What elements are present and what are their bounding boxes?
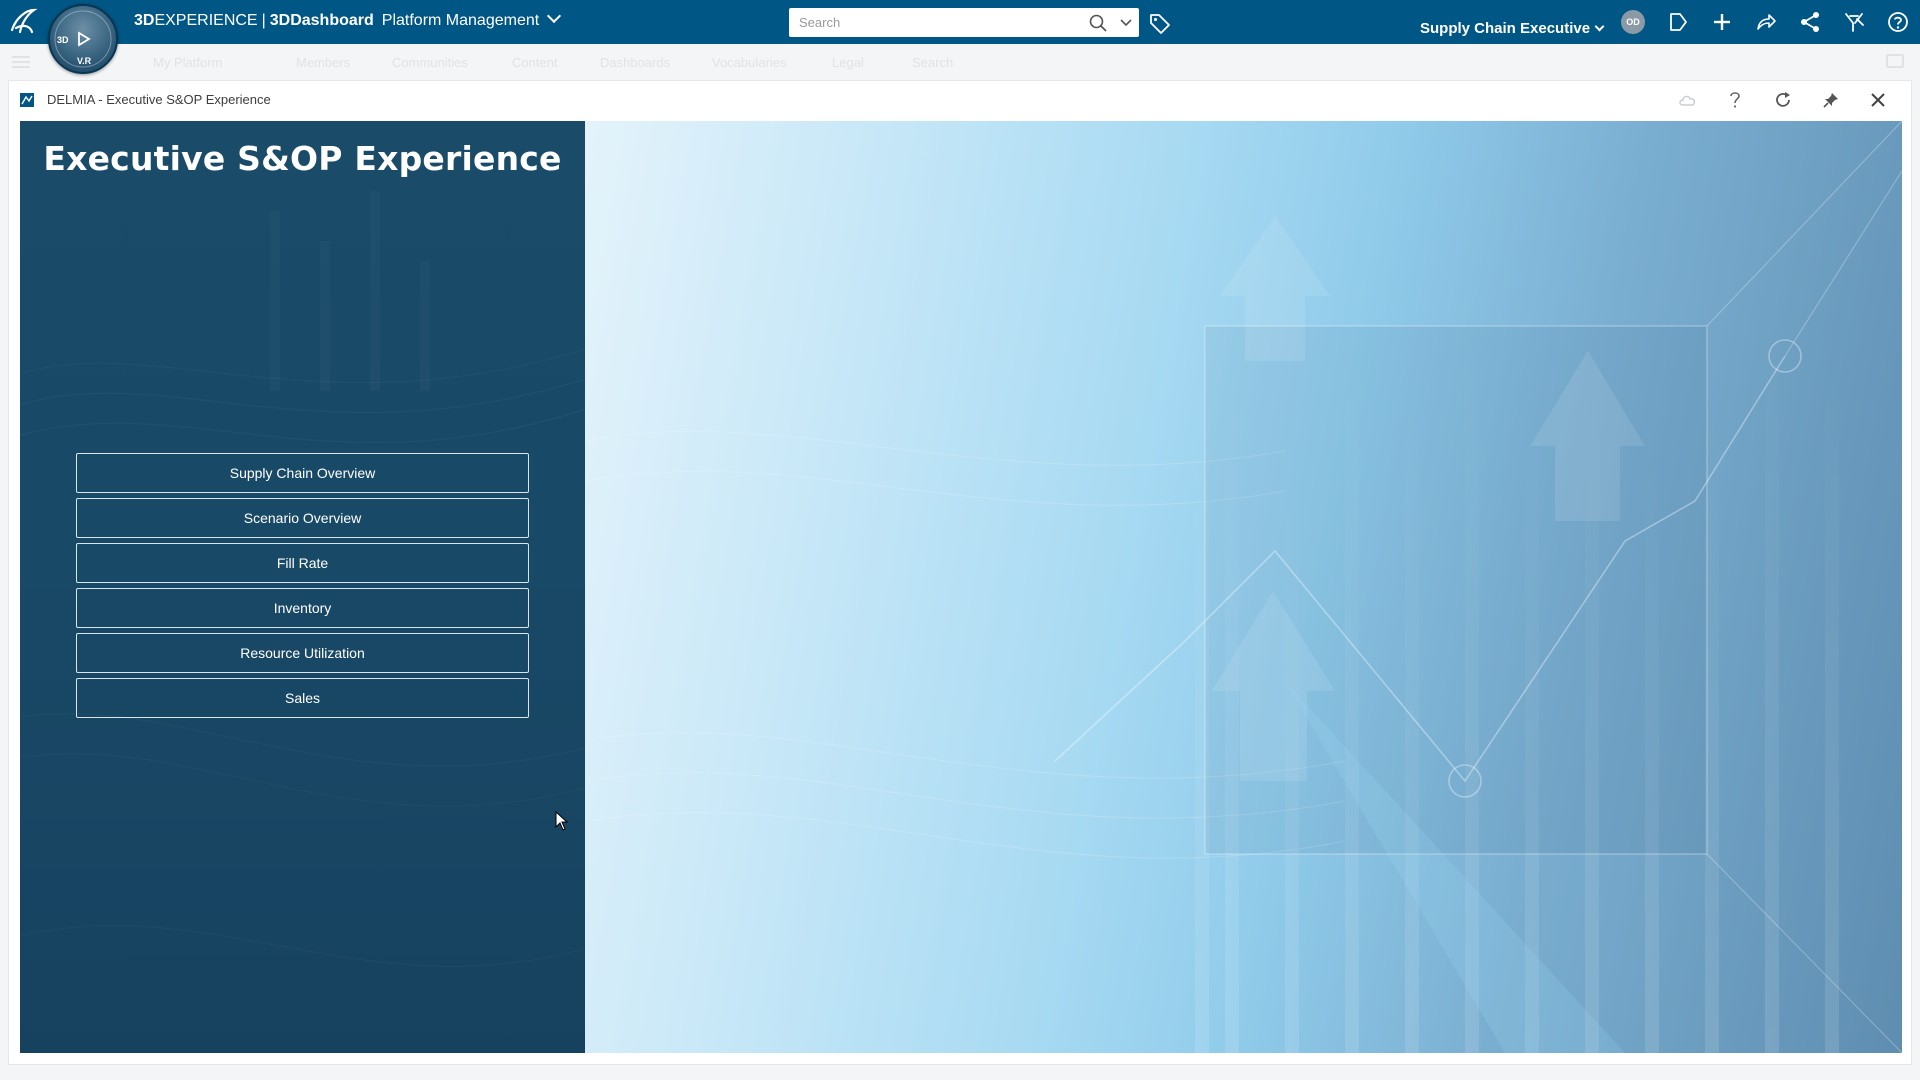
tab-members[interactable]: Members — [296, 55, 350, 70]
hero-graphic — [585, 121, 1902, 1053]
dassault-systemes-logo-icon[interactable] — [6, 4, 40, 38]
brand-rest: EXPERIENCE — [154, 12, 258, 29]
widget-body: Executive S&OP Experience Supply Chain O… — [20, 121, 1902, 1053]
widget-header: DELMIA - Executive S&OP Experience — [9, 81, 1911, 119]
compass-icon[interactable]: 3D V.R — [48, 4, 118, 74]
top-bar: 3D V.R 3DEXPERIENCE | 3DDashboard Platform … — [0, 0, 1920, 74]
hero-title: Executive S&OP Experience — [43, 139, 562, 178]
widget-help-icon[interactable] — [1723, 88, 1747, 112]
dashboard-tabs-bar: My Platform Members Communities Content … — [0, 44, 1920, 78]
tab-vocabularies[interactable]: Vocabularies — [712, 55, 786, 70]
tab-legal[interactable]: Legal — [832, 55, 864, 70]
add-icon[interactable] — [1710, 10, 1734, 34]
share-network-icon[interactable] — [1798, 10, 1822, 34]
search-box — [789, 8, 1139, 37]
delmia-app-icon — [20, 93, 34, 107]
navigation-panel: Executive S&OP Experience Supply Chain O… — [20, 121, 585, 1053]
tab-search[interactable]: Search — [912, 55, 953, 70]
apps-compass-icon[interactable] — [1842, 10, 1866, 34]
nav-button-list: Supply Chain Overview Scenario Overview … — [76, 453, 529, 723]
menu-icon[interactable] — [12, 56, 30, 68]
feedback-icon[interactable] — [1666, 10, 1690, 34]
sales-button[interactable]: Sales — [76, 678, 529, 718]
resource-utilization-button[interactable]: Resource Utilization — [76, 633, 529, 673]
tab-communities[interactable]: Communities — [392, 55, 468, 70]
inventory-button[interactable]: Inventory — [76, 588, 529, 628]
widget-frame: DELMIA - Executive S&OP Experience Execu… — [8, 80, 1912, 1065]
brand-app-name: Platform Management — [381, 12, 540, 29]
scenario-overview-button[interactable]: Scenario Overview — [76, 498, 529, 538]
brand-app-strong: 3DDashboard — [269, 12, 374, 29]
mouse-cursor-icon — [555, 811, 569, 831]
role-chevron-down-icon — [1594, 21, 1605, 32]
fill-rate-button[interactable]: Fill Rate — [76, 543, 529, 583]
tab-content[interactable]: Content — [512, 55, 558, 70]
close-icon[interactable] — [1866, 88, 1890, 112]
page-footer-strip — [0, 1065, 1920, 1080]
search-input[interactable] — [789, 8, 1083, 37]
refresh-icon[interactable] — [1771, 88, 1795, 112]
brand-chevron-down-icon[interactable] — [547, 8, 562, 24]
brand-strong: 3D — [134, 12, 155, 29]
brand-title[interactable]: 3DEXPERIENCE | 3DDashboard Platform Managem… — [134, 8, 562, 30]
avatar[interactable]: OD — [1621, 10, 1645, 34]
supply-chain-overview-button[interactable]: Supply Chain Overview — [76, 453, 529, 493]
compass-vr-label: V.R — [77, 56, 92, 66]
compass-3d-label: 3D — [57, 35, 69, 45]
search-icon[interactable] — [1083, 8, 1113, 37]
share-forward-icon[interactable] — [1754, 10, 1778, 34]
brand-separator: | — [261, 12, 266, 29]
user-role-selector[interactable]: Supply Chain Executive — [1420, 20, 1605, 37]
user-role-label: Supply Chain Executive — [1420, 20, 1591, 37]
pin-icon[interactable] — [1819, 88, 1843, 112]
help-icon[interactable] — [1886, 10, 1910, 34]
search-options-chevron-icon[interactable] — [1113, 8, 1139, 37]
cloud-icon[interactable] — [1676, 88, 1700, 112]
chat-icon[interactable] — [1886, 54, 1904, 68]
tab-dashboards[interactable]: Dashboards — [600, 55, 670, 70]
tag-icon[interactable] — [1148, 11, 1172, 35]
hero-background-image — [585, 121, 1902, 1053]
tab-my-platform[interactable]: My Platform — [153, 55, 222, 70]
widget-title: DELMIA - Executive S&OP Experience — [47, 92, 271, 107]
